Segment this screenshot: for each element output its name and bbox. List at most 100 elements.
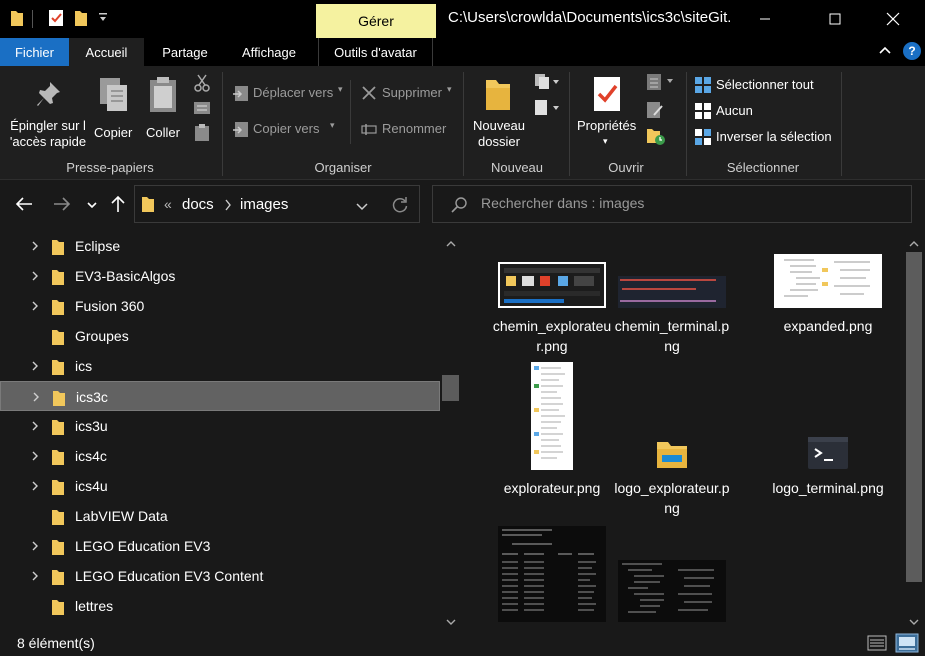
pin-icon xyxy=(36,80,62,113)
expand-chevron-icon[interactable] xyxy=(30,570,40,585)
tree-item[interactable]: Groupes xyxy=(0,321,440,351)
tree-item[interactable]: ics4u xyxy=(0,471,440,501)
refresh-icon[interactable] xyxy=(391,196,409,217)
folder-icon xyxy=(51,598,65,619)
paste-shortcut-icon[interactable] xyxy=(194,124,210,145)
breadcrumb-images[interactable]: images xyxy=(240,196,288,213)
tree-item[interactable]: Eclipse xyxy=(0,231,440,261)
expand-chevron-icon[interactable] xyxy=(30,540,40,555)
pin-quick-access-button[interactable]: Épingler sur l 'accès rapide xyxy=(4,74,92,154)
open-group-label: Ouvrir xyxy=(608,160,644,175)
select-none-button[interactable]: Aucun xyxy=(692,100,832,122)
scroll-down-icon[interactable] xyxy=(908,614,920,628)
tab-share[interactable]: Partage xyxy=(147,38,223,66)
tree-item[interactable]: ics4c xyxy=(0,441,440,471)
new-folder-qa-icon[interactable] xyxy=(74,9,88,30)
folder-icon xyxy=(51,508,65,529)
copy-to-button[interactable]: Copier vers ▾ xyxy=(230,118,350,140)
up-arrow-icon[interactable] xyxy=(108,194,128,217)
large-icons-view-icon[interactable] xyxy=(895,633,919,656)
expand-chevron-icon[interactable] xyxy=(30,270,40,285)
customize-qa-icon[interactable] xyxy=(98,12,108,27)
cut-icon[interactable] xyxy=(193,74,211,95)
tab-file[interactable]: Fichier xyxy=(0,38,69,66)
back-arrow-icon[interactable] xyxy=(14,194,34,217)
forward-arrow-icon[interactable] xyxy=(52,194,72,217)
file-thumbnail-icon xyxy=(768,436,888,470)
file-thumbnail-icon xyxy=(492,526,612,622)
ribbon-divider xyxy=(222,72,223,176)
ribbon-divider xyxy=(841,72,842,176)
new-folder-button[interactable]: Nouveau dossier xyxy=(466,74,532,154)
navigation-pane: Eclipse EV3-BasicAlgos Fusion 360 Groupes ic… xyxy=(0,230,462,628)
properties-label: Propriétés xyxy=(577,118,637,133)
scroll-down-icon[interactable] xyxy=(445,614,457,628)
expand-chevron-icon[interactable] xyxy=(30,420,40,435)
rename-button[interactable]: Renommer xyxy=(358,118,458,140)
details-view-icon[interactable] xyxy=(867,635,887,654)
navigation-bar: « docs images xyxy=(0,180,925,230)
tree-scrollbar[interactable] xyxy=(440,230,462,628)
tree-item[interactable]: ics3c xyxy=(0,381,440,411)
tab-manage[interactable]: Outils d'avatar xyxy=(318,38,433,66)
tab-view[interactable]: Affichage xyxy=(228,38,310,66)
folder-icon xyxy=(51,268,65,289)
copy-path-icon[interactable] xyxy=(193,101,211,118)
move-to-label: Déplacer vers xyxy=(253,85,334,100)
properties-qa-icon[interactable] xyxy=(48,9,64,30)
delete-icon xyxy=(361,85,377,104)
collapse-ribbon-icon[interactable] xyxy=(878,43,892,60)
maximize-button[interactable] xyxy=(812,0,858,38)
close-button[interactable] xyxy=(870,0,916,38)
breadcrumb-separator-icon[interactable] xyxy=(224,198,232,215)
move-to-button[interactable]: Déplacer vers ▾ xyxy=(230,82,350,104)
expand-chevron-icon[interactable] xyxy=(30,300,40,315)
tree-item-label: lettres xyxy=(75,598,114,614)
tree-item-label: ics xyxy=(75,358,93,374)
tree-item[interactable]: lettres xyxy=(0,591,440,621)
tree-item[interactable]: Fusion 360 xyxy=(0,291,440,321)
scroll-thumb[interactable] xyxy=(442,375,459,401)
tree-item[interactable]: ics3u xyxy=(0,411,440,441)
edit-icon[interactable] xyxy=(646,100,664,123)
history-icon[interactable] xyxy=(646,126,666,149)
rename-label: Renommer xyxy=(382,121,447,136)
help-icon[interactable]: ? xyxy=(903,42,921,60)
manage-context-tab[interactable]: Gérer xyxy=(316,4,436,38)
paste-button[interactable]: Coller xyxy=(140,74,186,144)
address-history-icon[interactable] xyxy=(355,200,369,215)
properties-button[interactable]: Propriétés ▾ xyxy=(574,74,640,154)
file-list-scrollbar[interactable] xyxy=(903,230,925,628)
breadcrumb-docs[interactable]: docs xyxy=(182,196,214,213)
tab-home[interactable]: Accueil xyxy=(69,38,144,66)
expand-chevron-icon[interactable] xyxy=(30,360,40,375)
tree-item[interactable]: LabVIEW Data xyxy=(0,501,440,531)
tree-item[interactable]: LEGO Education EV3 xyxy=(0,531,440,561)
expand-chevron-icon[interactable] xyxy=(30,450,40,465)
scroll-thumb[interactable] xyxy=(906,252,922,582)
address-bar[interactable]: « docs images xyxy=(134,185,420,223)
expand-chevron-icon[interactable] xyxy=(31,391,41,406)
invert-selection-button[interactable]: Inverser la sélection xyxy=(692,126,842,148)
tree-item-label: EV3-BasicAlgos xyxy=(75,268,176,284)
minimize-button[interactable] xyxy=(742,0,788,38)
expand-chevron-icon[interactable] xyxy=(30,480,40,495)
select-all-button[interactable]: Sélectionner tout xyxy=(692,74,832,96)
delete-button[interactable]: Supprimer ▾ xyxy=(358,82,462,104)
scroll-up-icon[interactable] xyxy=(445,236,457,251)
tree-item[interactable]: ics xyxy=(0,351,440,381)
copy-button[interactable]: Copier xyxy=(92,74,136,144)
search-input[interactable] xyxy=(481,195,881,211)
expand-chevron-icon[interactable] xyxy=(30,240,40,255)
search-box[interactable] xyxy=(432,185,912,223)
address-overflow[interactable]: « xyxy=(164,196,172,212)
scroll-up-icon[interactable] xyxy=(908,236,920,251)
recent-locations-icon[interactable] xyxy=(86,198,98,213)
open-icon[interactable] xyxy=(645,72,677,95)
properties-icon xyxy=(592,76,622,115)
select-all-icon xyxy=(694,76,712,97)
easy-access-icon[interactable] xyxy=(533,98,561,121)
new-item-icon[interactable] xyxy=(533,72,561,95)
tree-item[interactable]: EV3-BasicAlgos xyxy=(0,261,440,291)
tree-item[interactable]: LEGO Education EV3 Content xyxy=(0,561,440,591)
